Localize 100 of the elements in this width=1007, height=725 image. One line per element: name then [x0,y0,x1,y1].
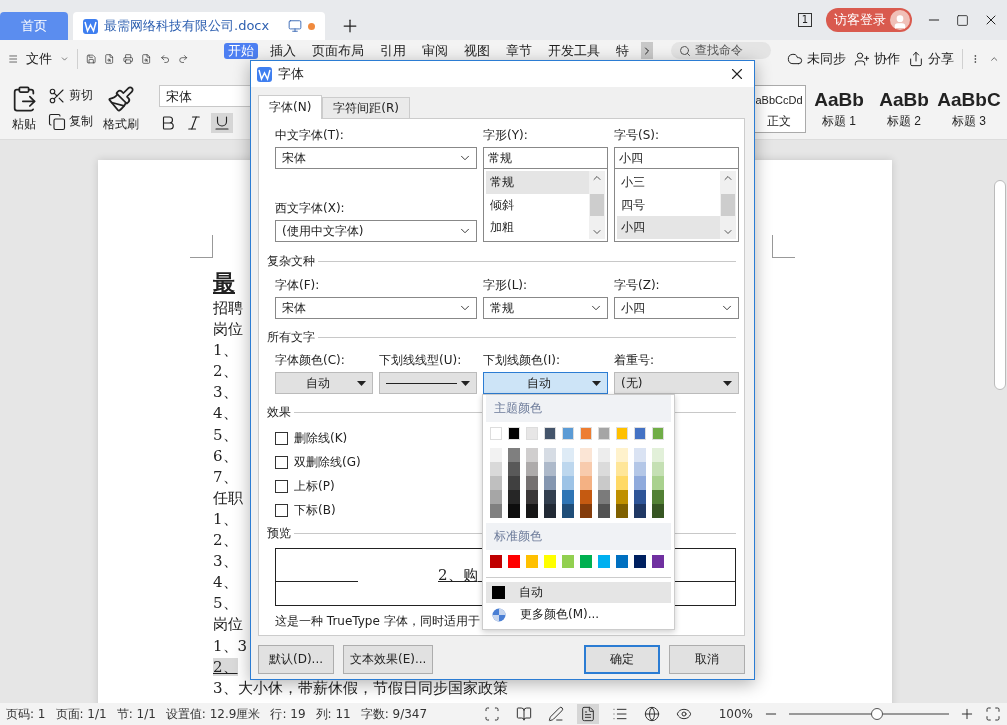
document-tab[interactable]: 最需网络科技有限公司.docx [73,12,325,40]
cloud-icon[interactable] [786,51,803,67]
toolbar-action[interactable]: 协作 [873,50,900,68]
color-swatch[interactable] [544,476,556,490]
color-swatch[interactable] [634,555,646,568]
preview-icon[interactable] [141,51,152,67]
color-swatch[interactable] [652,462,664,476]
font-select[interactable]: 常规 [483,297,608,319]
cut-label[interactable]: 剪切 [69,87,93,104]
brush-icon[interactable] [107,84,135,113]
search-field[interactable]: 查找命令 [670,42,771,59]
underline-button[interactable] [211,112,233,133]
color-swatch[interactable] [508,476,520,490]
color-swatch[interactable] [652,555,664,568]
color-swatch[interactable] [616,448,628,462]
color-swatch[interactable] [598,504,610,518]
color-swatch[interactable] [508,490,520,504]
color-swatch[interactable] [598,462,610,476]
color-swatch[interactable] [490,490,502,504]
color-swatch[interactable] [580,490,592,504]
color-swatch[interactable] [616,462,628,476]
color-swatch[interactable] [526,476,538,490]
font-select[interactable]: 小四 [614,297,739,319]
color-swatch[interactable] [508,462,520,476]
color-swatch[interactable] [598,448,610,462]
color-swatch[interactable] [634,448,646,462]
checkbox-label[interactable]: 删除线(K) [294,429,348,447]
color-swatch[interactable] [526,490,538,504]
dialog-button[interactable]: 确定 [584,645,660,674]
dialog-tab[interactable]: 字体(N) [258,95,323,119]
ribbon-tab[interactable]: 开发工具 [543,42,604,59]
checkbox[interactable] [275,455,288,469]
list-option[interactable]: 加粗 [486,216,589,239]
dialog-button[interactable]: 默认(D)... [258,645,334,674]
list-option[interactable]: 常规 [486,171,589,194]
toolbar-action[interactable]: 未同步 [806,50,846,68]
file-menu[interactable]: 文件 [26,50,53,68]
color-swatch[interactable] [544,448,556,462]
dropdown-button[interactable]: 自动 [275,372,373,394]
scroll-thumb[interactable] [590,194,604,216]
color-swatch[interactable] [580,504,592,518]
color-swatch[interactable] [562,555,574,568]
input-field[interactable]: 常规 [483,147,608,169]
color-swatch[interactable] [562,504,574,518]
list-option[interactable]: 四号 [617,193,720,217]
style-card[interactable]: AaBbC 标题 3 [937,84,1001,133]
dropdown-button[interactable]: (无) [614,372,739,394]
color-swatch[interactable] [490,462,502,476]
list-option[interactable]: 小三 [617,171,720,194]
color-swatch[interactable] [634,490,646,504]
color-swatch[interactable] [562,476,574,490]
color-swatch[interactable] [616,476,628,490]
ribbon-tab[interactable]: 审阅 [417,42,452,59]
color-swatch[interactable] [598,476,610,490]
dropdown-button[interactable] [379,372,477,394]
color-swatch[interactable] [526,448,538,462]
color-swatch[interactable] [652,448,664,462]
checkbox[interactable] [275,479,288,493]
color-swatch[interactable] [544,490,556,504]
color-swatch[interactable] [490,476,502,490]
color-swatch[interactable] [616,504,628,518]
copy-label[interactable]: 复制 [69,113,93,130]
page-icon[interactable] [576,704,599,724]
checkbox[interactable] [275,431,288,445]
color-swatch[interactable] [616,555,628,568]
color-swatch[interactable] [526,504,538,518]
page-count-badge[interactable]: 1 [797,13,812,27]
toolbar-action[interactable]: 分享 [927,50,954,68]
color-swatch[interactable] [490,448,502,462]
color-swatch[interactable] [634,476,646,490]
font-select[interactable]: 宋体 [275,147,477,169]
list-option[interactable]: 倾斜 [486,193,589,217]
color-swatch[interactable] [634,504,646,518]
print-icon[interactable] [122,51,134,67]
font-select[interactable]: (使用中文字体) [275,220,477,242]
style-card[interactable]: AaBb 标题 2 [872,84,936,133]
fit-icon[interactable] [985,706,1001,722]
color-swatch[interactable] [634,462,646,476]
color-swatch[interactable] [580,462,592,476]
color-swatch[interactable] [562,462,574,476]
color-swatch[interactable] [544,462,556,476]
zoom-level[interactable]: 100% [718,707,753,721]
font-select[interactable]: 宋体 [275,297,477,319]
color-swatch[interactable] [508,448,520,462]
color-swatch[interactable] [544,504,556,518]
dialog-button[interactable]: 取消 [669,645,745,674]
color-swatch[interactable] [652,490,664,504]
menu-item[interactable]: 更多颜色(M)... [486,604,671,625]
file-search-icon[interactable] [104,51,115,67]
color-swatch[interactable] [580,555,592,568]
color-swatch[interactable] [508,555,520,568]
ribbon-tab[interactable]: 页面布局 [307,42,368,59]
color-swatch[interactable] [526,462,538,476]
ribbon-tab[interactable]: 特 [611,42,633,59]
color-swatch[interactable] [562,490,574,504]
dropdown-button[interactable]: 自动 [483,372,608,394]
scroll-thumb[interactable] [721,194,735,216]
ribbon-tab[interactable]: 视图 [459,42,494,59]
color-swatch[interactable] [490,504,502,518]
italic-icon[interactable] [185,113,203,132]
